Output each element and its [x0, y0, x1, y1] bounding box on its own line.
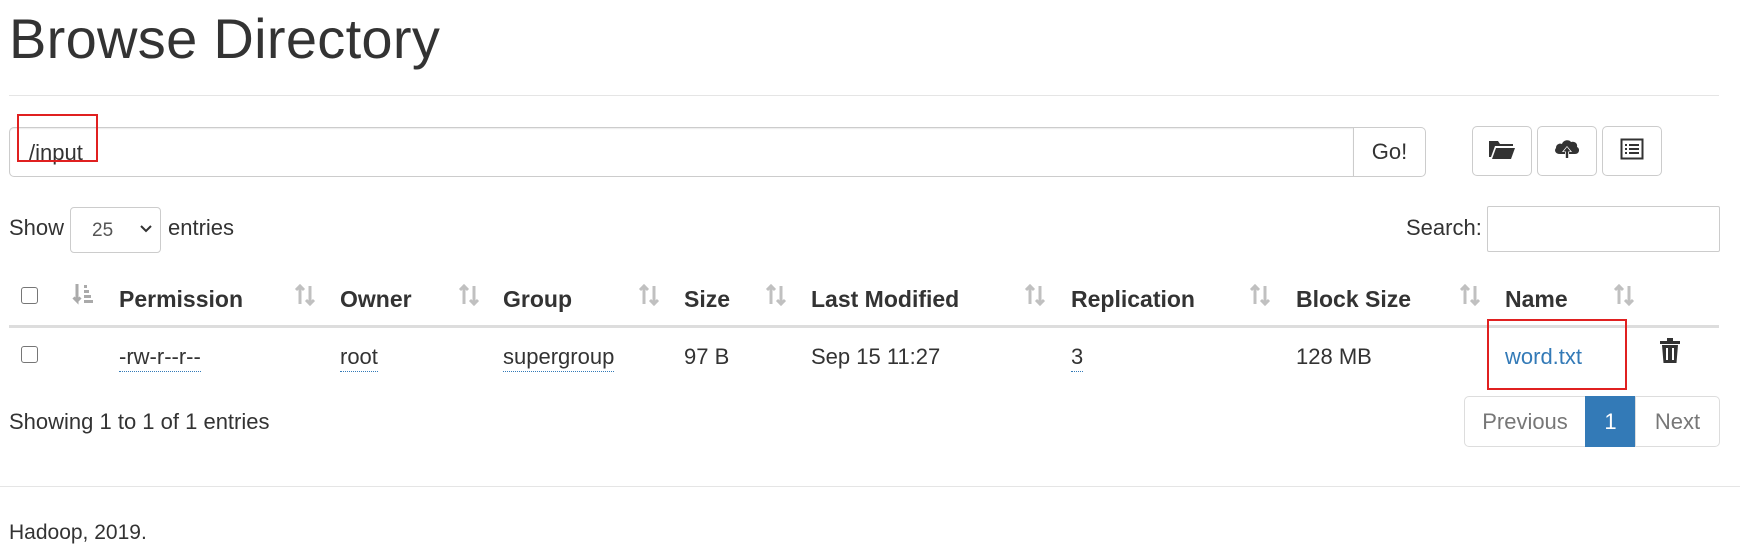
column-header-permission[interactable]: Permission [119, 286, 243, 313]
pagination-page-button[interactable]: 1 [1585, 396, 1636, 447]
page-length-value: 25 [92, 220, 114, 241]
column-header-owner[interactable]: Owner [340, 286, 412, 313]
list-alt-icon [1620, 138, 1644, 165]
cell-group[interactable]: supergroup [503, 344, 615, 372]
sort-icon[interactable] [457, 282, 481, 313]
search-input[interactable] [1487, 206, 1720, 252]
column-header-size[interactable]: Size [684, 286, 730, 313]
cell-owner[interactable]: root [340, 344, 378, 372]
column-header-name[interactable]: Name [1505, 286, 1568, 313]
sort-icon[interactable] [764, 282, 788, 313]
pagination-previous-button[interactable]: Previous [1464, 396, 1586, 447]
column-header-last-modified[interactable]: Last Modified [811, 286, 959, 313]
column-header-block-size[interactable]: Block Size [1296, 286, 1411, 313]
table-info-text: Showing 1 to 1 of 1 entries [9, 409, 270, 434]
upload-files-button[interactable] [1537, 126, 1597, 176]
cell-block-size: 128 MB [1296, 344, 1372, 369]
table-header-divider [9, 325, 1719, 328]
pagination-next-button[interactable]: Next [1635, 396, 1720, 447]
show-label: Show [9, 215, 65, 240]
sort-icon[interactable] [1612, 282, 1636, 313]
title-divider [9, 95, 1719, 96]
row-select-checkbox[interactable] [21, 346, 38, 363]
sort-icon[interactable] [637, 282, 661, 313]
cut-paste-button[interactable] [1602, 126, 1662, 176]
sort-icon[interactable] [1458, 282, 1482, 313]
folder-open-icon [1488, 138, 1516, 165]
sort-icon[interactable] [1248, 282, 1272, 313]
cell-last-modified: Sep 15 11:27 [811, 344, 941, 369]
column-header-replication[interactable]: Replication [1071, 286, 1195, 313]
page-title: Browse Directory [9, 7, 441, 70]
cell-size: 97 B [684, 344, 730, 369]
go-button[interactable]: Go! [1353, 127, 1426, 177]
select-all-checkbox[interactable] [21, 287, 38, 304]
search-label: Search: [1406, 215, 1482, 240]
directory-path-value[interactable]: /input [29, 140, 83, 166]
footer-text: Hadoop, 2019. [9, 521, 147, 544]
entries-label: entries [168, 215, 235, 240]
page-length-select[interactable]: 25 [70, 207, 161, 253]
sort-icon[interactable] [293, 282, 317, 313]
file-name-link[interactable]: word.txt [1505, 344, 1582, 370]
sort-icon[interactable] [1023, 282, 1047, 313]
create-directory-button[interactable] [1472, 126, 1532, 176]
trash-icon[interactable] [1659, 338, 1681, 369]
cloud-upload-icon [1553, 137, 1581, 166]
cell-replication[interactable]: 3 [1071, 344, 1084, 372]
directory-path-input[interactable]: /input [9, 127, 1354, 177]
sort-active-icon[interactable] [72, 282, 94, 313]
column-header-group[interactable]: Group [503, 286, 572, 313]
cell-permission[interactable]: -rw-r--r-- [119, 344, 201, 372]
chevron-down-icon [138, 219, 154, 244]
footer-divider [0, 486, 1740, 487]
